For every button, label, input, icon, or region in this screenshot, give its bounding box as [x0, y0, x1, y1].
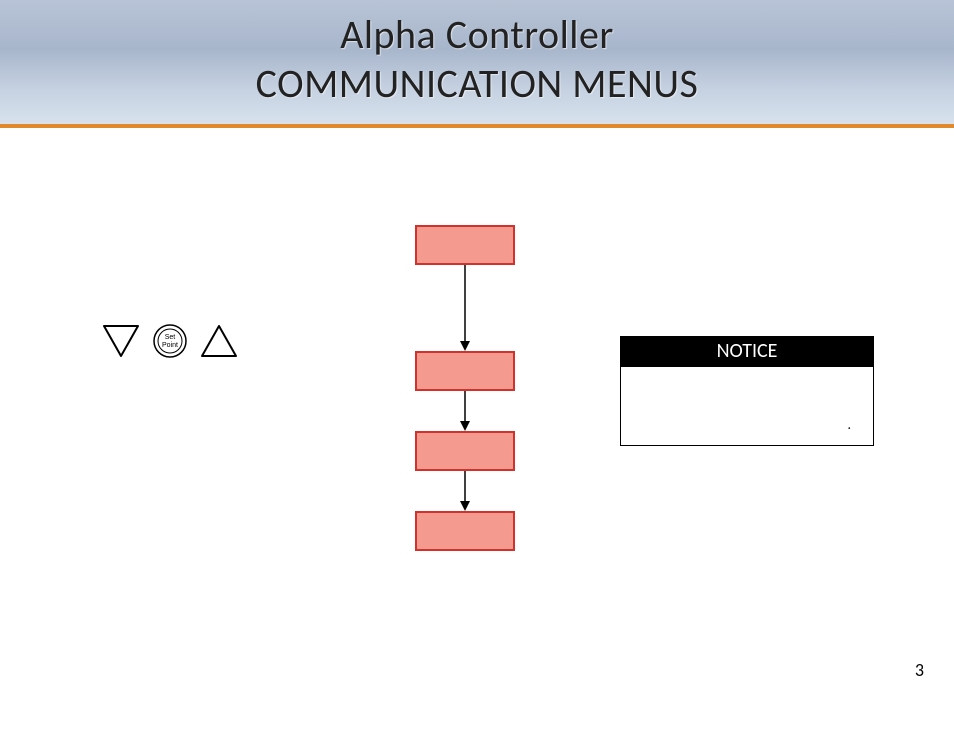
title-line-2: COMMUNICATION MENUS: [0, 59, 954, 108]
title-line-1: Alpha Controller: [0, 10, 954, 59]
notice-dot: .: [847, 416, 851, 433]
slide-title: Alpha Controller COMMUNICATION MENUS: [0, 10, 954, 108]
flow-diagram: [415, 225, 515, 551]
set-point-text-bottom: Point: [162, 342, 178, 349]
set-point-icon: Set Point: [152, 323, 188, 359]
control-icons: Set Point: [100, 322, 240, 360]
flow-box-4: [415, 511, 515, 551]
arrow-down-icon: [458, 391, 472, 431]
notice-heading: NOTICE: [621, 337, 873, 367]
set-point-text-top: Set: [165, 334, 176, 341]
notice-box: NOTICE .: [620, 336, 874, 446]
page-number: 3: [915, 659, 924, 681]
flow-box-2: [415, 351, 515, 391]
up-triangle-icon: [198, 322, 240, 360]
arrow-down-icon: [458, 471, 472, 511]
flow-box-3: [415, 431, 515, 471]
down-triangle-icon: [100, 322, 142, 360]
arrow-down-icon: [458, 265, 472, 351]
notice-body: .: [621, 367, 873, 445]
flow-box-1: [415, 225, 515, 265]
